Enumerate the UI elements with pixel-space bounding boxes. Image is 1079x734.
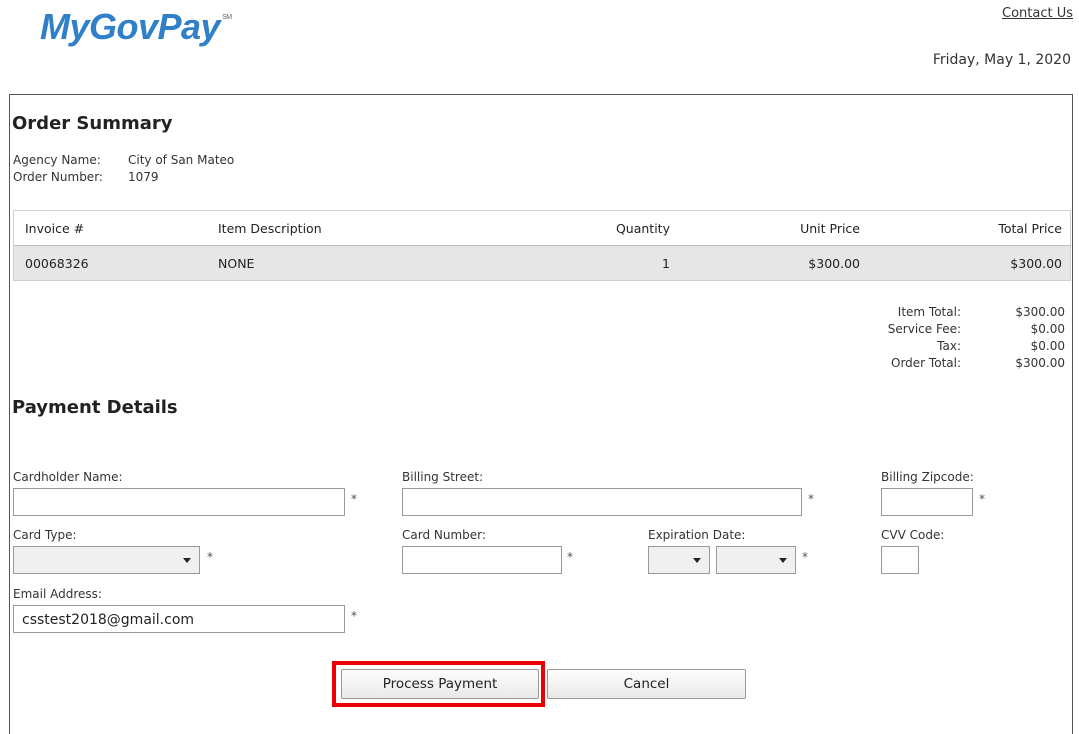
service-fee-value: $0.00: [1030, 322, 1065, 336]
order-total-value: $300.00: [1015, 356, 1065, 370]
service-fee-label: Service Fee:: [887, 322, 961, 336]
order-number-label: Order Number:: [13, 170, 103, 184]
order-total-label: Order Total:: [891, 356, 961, 370]
required-marker: *: [808, 492, 814, 506]
card-number-input[interactable]: [402, 546, 562, 574]
email-address-input[interactable]: csstest2018@gmail.com: [13, 605, 345, 633]
order-summary-title: Order Summary: [12, 113, 173, 134]
required-marker: *: [351, 492, 357, 506]
invoice-number: 00068326: [25, 256, 89, 271]
current-date: Friday, May 1, 2020: [932, 52, 1071, 68]
card-number-label: Card Number:: [402, 528, 486, 542]
cvv-code-input[interactable]: [881, 546, 919, 574]
required-marker: *: [207, 550, 213, 564]
contact-us-link[interactable]: Contact Us: [1002, 6, 1073, 21]
expiration-date-label: Expiration Date:: [648, 528, 746, 542]
chevron-down-icon: [183, 558, 191, 563]
tax-label: Tax:: [937, 339, 961, 353]
logo-service-mark: SM: [222, 14, 232, 21]
billing-street-input[interactable]: [402, 488, 802, 516]
required-marker: *: [979, 492, 985, 506]
cardholder-name-input[interactable]: [13, 488, 345, 516]
agency-name-label: Agency Name:: [13, 153, 101, 167]
cancel-button[interactable]: Cancel: [547, 669, 746, 699]
process-payment-button[interactable]: Process Payment: [341, 669, 539, 699]
item-quantity: 1: [662, 256, 670, 271]
card-type-label: Card Type:: [13, 528, 77, 542]
required-marker: *: [567, 550, 573, 564]
billing-street-label: Billing Street:: [402, 470, 484, 484]
order-items-table: Invoice # Item Description Quantity Unit…: [13, 210, 1071, 281]
item-unit-price: $300.00: [808, 256, 860, 271]
required-marker: *: [802, 550, 808, 564]
item-total-price: $300.00: [1010, 256, 1062, 271]
chevron-down-icon: [693, 558, 701, 563]
table-header-row: Invoice # Item Description Quantity Unit…: [14, 211, 1070, 246]
required-marker: *: [351, 609, 357, 623]
billing-zipcode-label: Billing Zipcode:: [881, 470, 974, 484]
col-item-description: Item Description: [218, 221, 322, 236]
tax-value: $0.00: [1030, 339, 1065, 353]
expiration-month-select[interactable]: [648, 546, 710, 574]
col-unit-price: Unit Price: [800, 221, 860, 236]
col-invoice: Invoice #: [25, 221, 85, 236]
item-total-value: $300.00: [1015, 305, 1065, 319]
item-description: NONE: [218, 256, 255, 271]
mygovpay-logo: MyGovPay SM: [40, 6, 232, 48]
agency-name-value: City of San Mateo: [128, 153, 235, 167]
cardholder-name-label: Cardholder Name:: [13, 470, 123, 484]
chevron-down-icon: [779, 558, 787, 563]
email-address-label: Email Address:: [13, 587, 102, 601]
order-number-value: 1079: [128, 170, 159, 184]
item-total-label: Item Total:: [897, 305, 961, 319]
card-type-select[interactable]: [13, 546, 200, 574]
table-row: 00068326 NONE 1 $300.00 $300.00: [14, 246, 1070, 280]
col-total-price: Total Price: [998, 221, 1062, 236]
cvv-code-label: CVV Code:: [881, 528, 945, 542]
payment-details-title: Payment Details: [12, 397, 178, 418]
col-quantity: Quantity: [615, 221, 670, 236]
billing-zipcode-input[interactable]: [881, 488, 973, 516]
logo-text: MyGovPay: [40, 6, 221, 47]
expiration-year-select[interactable]: [716, 546, 796, 574]
